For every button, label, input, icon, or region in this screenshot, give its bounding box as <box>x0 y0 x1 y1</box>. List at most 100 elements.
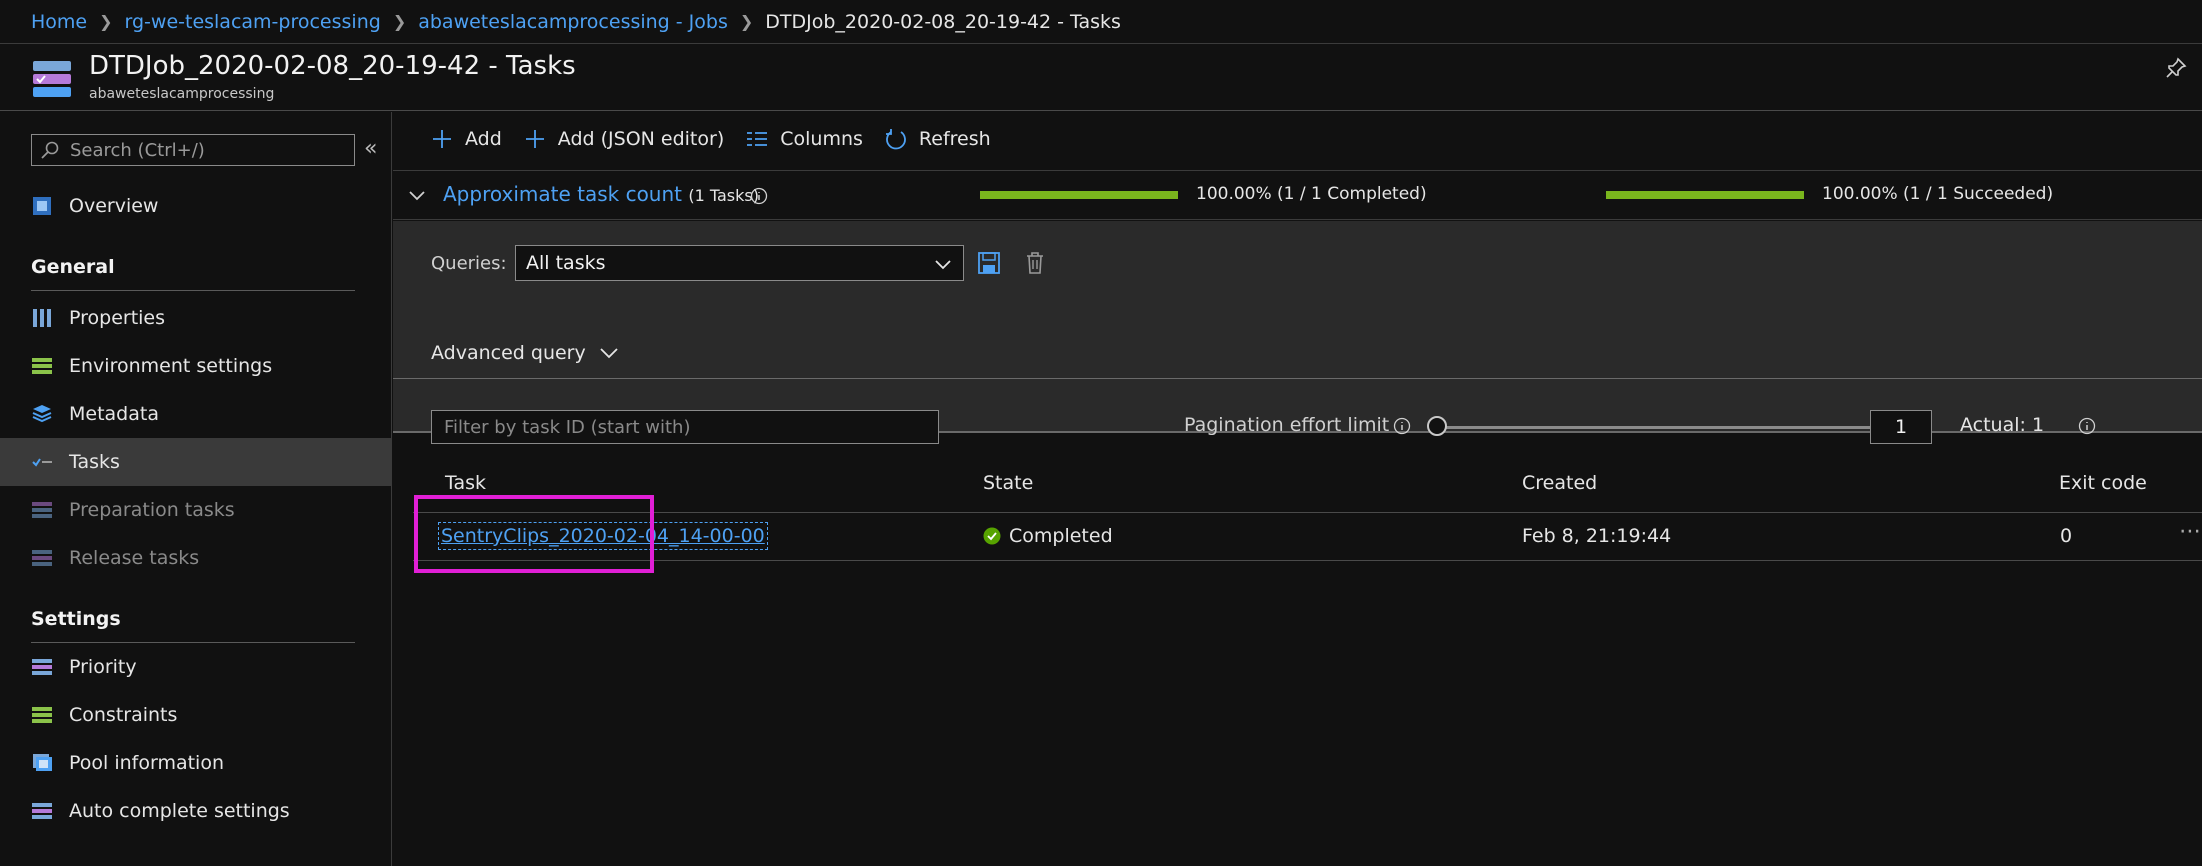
advanced-query-toggle[interactable]: Advanced query <box>431 342 620 364</box>
delete-icon[interactable] <box>1023 251 1047 275</box>
completed-progress-bar <box>980 191 1178 199</box>
queries-select[interactable]: All tasks <box>515 245 964 281</box>
column-header-state[interactable]: State <box>983 472 1033 494</box>
columns-icon <box>747 132 768 146</box>
task-id-filter-input[interactable]: Filter by task ID (start with) <box>431 410 939 444</box>
refresh-icon <box>885 129 906 150</box>
page-title: DTDJob_2020-02-08_20-19-42 - Tasks <box>89 51 576 81</box>
priority-icon <box>32 659 52 675</box>
chevron-right-icon: ❯ <box>392 12 407 31</box>
pagination-actual: Actual: 1 <box>1960 414 2045 436</box>
task-count-label: Approximate task count <box>443 182 682 206</box>
completed-progress-fill <box>980 191 1178 199</box>
task-count-sub: (1 Tasks) <box>688 186 759 205</box>
sidebar-item-label: Tasks <box>69 451 120 473</box>
pagination-slider-track[interactable] <box>1433 426 1891 429</box>
sidebar-item-label: Metadata <box>69 403 159 425</box>
batch-job-icon <box>33 61 71 97</box>
sidebar-search-input[interactable]: Search (Ctrl+/) <box>31 134 355 166</box>
sidebar: Search (Ctrl+/) « Overview General Prope… <box>0 112 392 866</box>
refresh-button-label: Refresh <box>918 128 991 150</box>
task-count-bar: Approximate task count (1 Tasks) 100.00%… <box>393 170 2202 220</box>
add-button[interactable]: Add <box>431 128 502 150</box>
breadcrumb-home[interactable]: Home <box>31 11 87 33</box>
sidebar-item-release-tasks[interactable]: Release tasks <box>0 534 392 582</box>
breadcrumb: Home ❯ rg-we-teslacam-processing ❯ abawe… <box>0 0 2202 44</box>
pagination-slider-thumb[interactable] <box>1427 416 1447 436</box>
sidebar-item-metadata[interactable]: Metadata <box>0 390 392 438</box>
refresh-button[interactable]: Refresh <box>885 128 991 150</box>
tasks-icon <box>32 458 52 467</box>
page-header: DTDJob_2020-02-08_20-19-42 - Tasks abawe… <box>0 45 2202 111</box>
sidebar-item-label: Preparation tasks <box>69 499 235 521</box>
sidebar-item-priority[interactable]: Priority <box>0 643 392 691</box>
pin-icon[interactable] <box>2164 56 2188 80</box>
column-header-exit-code[interactable]: Exit code <box>2059 472 2147 494</box>
column-header-created[interactable]: Created <box>1522 472 1597 494</box>
sidebar-item-pool-information[interactable]: Pool information <box>0 739 392 787</box>
succeeded-progress-bar <box>1606 191 1804 199</box>
sidebar-item-properties[interactable]: Properties <box>0 294 392 342</box>
pagination-effort-label: Pagination effort limit <box>1184 414 1390 436</box>
pool-information-icon <box>33 754 52 771</box>
highlight-annotation <box>414 495 654 573</box>
sidebar-item-auto-complete-settings[interactable]: Auto complete settings <box>0 787 392 835</box>
succeeded-progress-fill <box>1606 191 1804 199</box>
constraints-icon <box>32 707 52 723</box>
chevron-down-icon <box>600 348 618 359</box>
table-header: Task State Created Exit code <box>393 472 2202 502</box>
sidebar-item-overview[interactable]: Overview <box>0 182 392 230</box>
search-placeholder: Search (Ctrl+/) <box>70 139 205 161</box>
task-count-title[interactable]: Approximate task count (1 Tasks) <box>443 182 759 206</box>
query-panel: Queries: All tasks <box>393 221 2202 433</box>
auto-complete-settings-icon <box>32 803 52 819</box>
add-json-editor-label: Add (JSON editor) <box>557 128 725 150</box>
add-json-editor-button[interactable]: Add (JSON editor) <box>524 128 724 150</box>
collapse-sidebar-icon[interactable]: « <box>364 138 384 160</box>
chevron-right-icon: ❯ <box>99 12 113 31</box>
sidebar-item-label: Constraints <box>69 704 178 726</box>
add-button-label: Add <box>465 128 502 150</box>
sidebar-item-label: Priority <box>69 656 137 678</box>
columns-button-label: Columns <box>780 128 863 150</box>
sidebar-item-label: Release tasks <box>69 547 200 569</box>
task-created: Feb 8, 21:19:44 <box>1522 525 1672 547</box>
task-state: Completed <box>983 525 1113 547</box>
preparation-tasks-icon <box>32 502 52 518</box>
sidebar-section-settings: Settings <box>31 608 355 643</box>
properties-icon <box>33 309 51 327</box>
table-row[interactable]: SentryClips_2020-02-04_14-00-00 Complete… <box>413 513 2202 561</box>
breadcrumb-jobs[interactable]: abaweteslacamprocessing - Jobs <box>418 11 728 33</box>
environment-settings-icon <box>32 358 52 374</box>
pagination-value-input[interactable]: 1 <box>1870 410 1932 444</box>
metadata-icon <box>32 405 52 423</box>
column-header-task[interactable]: Task <box>445 472 486 494</box>
sidebar-item-label: Environment settings <box>69 355 273 377</box>
page-subtitle: abaweteslacamprocessing <box>89 86 275 102</box>
release-tasks-icon <box>32 550 52 566</box>
breadcrumb-current: DTDJob_2020-02-08_20-19-42 - Tasks <box>765 10 1121 33</box>
advanced-query-label: Advanced query <box>431 342 586 364</box>
completed-progress-text: 100.00% (1 / 1 Completed) <box>1196 184 1427 204</box>
save-icon[interactable] <box>977 251 1001 275</box>
pagination-value: 1 <box>1894 416 1908 438</box>
toolbar: Add Add (JSON editor) Columns Refresh <box>393 112 2202 166</box>
search-icon <box>41 141 59 159</box>
queries-label: Queries: <box>431 253 507 274</box>
info-icon[interactable] <box>750 187 768 205</box>
breadcrumb-resource-group[interactable]: rg-we-teslacam-processing <box>125 11 381 33</box>
sidebar-item-label: Pool information <box>69 752 225 774</box>
chevron-down-icon[interactable] <box>407 185 427 205</box>
sidebar-item-environment-settings[interactable]: Environment settings <box>0 342 392 390</box>
sidebar-item-preparation-tasks[interactable]: Preparation tasks <box>0 486 392 534</box>
sidebar-item-constraints[interactable]: Constraints <box>0 691 392 739</box>
sidebar-item-tasks[interactable]: Tasks <box>0 438 392 486</box>
succeeded-progress-text: 100.00% (1 / 1 Succeeded) <box>1822 184 2054 204</box>
more-actions-icon[interactable]: ⋯ <box>2179 519 2202 544</box>
info-icon[interactable] <box>1393 417 1411 435</box>
sidebar-item-label: Auto complete settings <box>69 800 290 822</box>
task-exit-code: 0 <box>2060 525 2073 547</box>
sidebar-section-general: General <box>31 256 355 291</box>
columns-button[interactable]: Columns <box>746 128 863 150</box>
info-icon[interactable] <box>2078 417 2096 435</box>
